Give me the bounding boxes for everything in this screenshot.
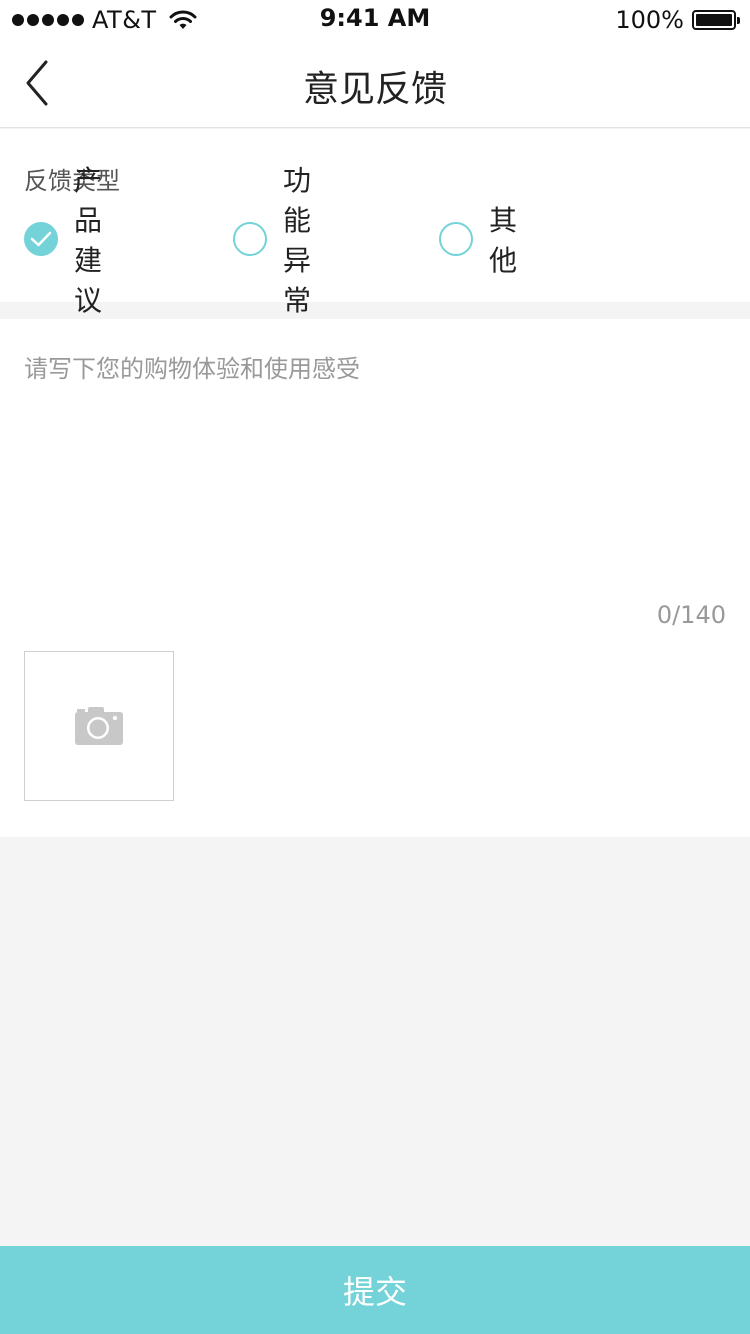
- nav-bar: 意见反馈: [0, 40, 750, 128]
- option-label: 功能异常: [283, 164, 312, 317]
- radio-unchecked-icon[interactable]: [233, 222, 267, 256]
- status-bar: AT&T 9:41 AM 100%: [0, 0, 750, 40]
- option-label: 其他: [489, 204, 518, 277]
- option-product-suggestion[interactable]: 产品建议: [24, 164, 102, 317]
- status-bar-right: 100%: [615, 6, 740, 34]
- radio-unchecked-icon[interactable]: [439, 222, 473, 256]
- submit-button[interactable]: 提交: [0, 1246, 750, 1334]
- feedback-content-section: 0/140: [0, 319, 750, 837]
- feedback-type-label: 反馈类型: [24, 167, 120, 195]
- radio-checked-icon[interactable]: [24, 222, 58, 256]
- char-counter: 0/140: [656, 601, 726, 629]
- option-function-error[interactable]: 功能异常: [233, 164, 311, 317]
- camera-icon: [75, 707, 123, 745]
- feedback-type-section: 反馈类型 产品建议 功能异常 其他: [0, 129, 750, 317]
- checkmark-icon: [30, 231, 52, 247]
- page-title: 意见反馈: [302, 69, 447, 110]
- feedback-textarea[interactable]: [24, 349, 724, 599]
- battery-fill: [696, 14, 732, 26]
- add-photo-button[interactable]: [24, 651, 174, 801]
- option-label: 产品建议: [74, 164, 103, 317]
- battery-icon: [692, 10, 740, 30]
- option-other[interactable]: 其他: [439, 204, 517, 277]
- battery-percent: 100%: [615, 6, 684, 34]
- feedback-screen: AT&T 9:41 AM 100% 意见反馈 反馈类型 产品建议 功能异常 其他…: [0, 0, 750, 1334]
